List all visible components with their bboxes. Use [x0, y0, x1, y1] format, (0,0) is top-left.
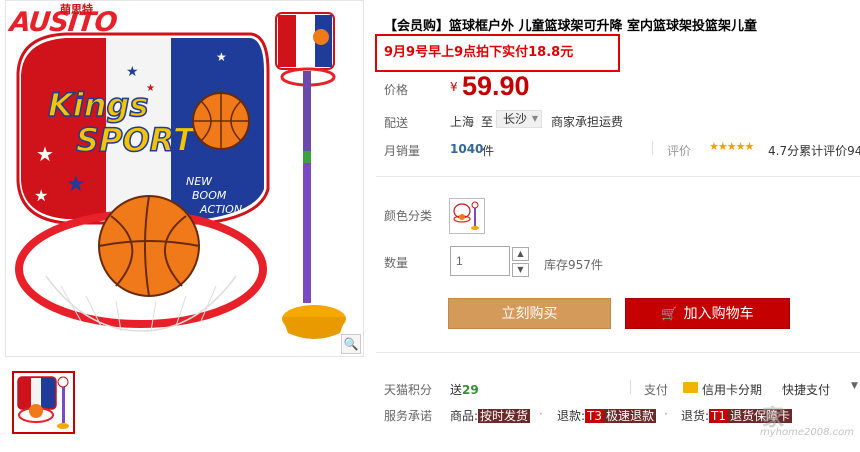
region-value: 长沙: [503, 112, 528, 126]
service-item-delivery[interactable]: 商品: 按时发货: [450, 407, 531, 424]
rating-summary-link[interactable]: 4.7分累计评价94: [768, 142, 860, 159]
zoom-magnifier-icon[interactable]: 🔍: [341, 334, 361, 354]
add-to-cart-button[interactable]: 🛒 加入购物车: [625, 298, 790, 329]
product-title: 【会员购】篮球框户外 儿童篮球架可升降 室内篮球架投篮架儿童: [384, 19, 758, 34]
buy-now-button[interactable]: 立刻购买: [448, 298, 611, 329]
ship-to-word: 至: [481, 115, 494, 129]
credit-installment-link[interactable]: 信用卡分期: [702, 381, 762, 398]
svg-text:★: ★: [66, 172, 86, 197]
region-select[interactable]: 长沙 ▼: [496, 110, 542, 128]
promo-text: 9月9号早上9点拍下实付18.8元: [384, 45, 574, 60]
quantity-decrement-button[interactable]: ▼: [512, 263, 529, 277]
sales-count: 1040: [450, 142, 484, 156]
credit-card-icon: [683, 382, 698, 393]
ship-from: 上海: [450, 115, 475, 129]
svg-text:★: ★: [216, 50, 227, 64]
dot-separator: ·: [539, 407, 543, 421]
quantity-label: 数量: [384, 256, 409, 270]
brand-name-cn: 萌思特: [60, 3, 93, 16]
service-label: 服务承诺: [384, 409, 433, 423]
service-item-refund[interactable]: 退款: T3 极速退款: [557, 407, 657, 424]
svg-text:★: ★: [126, 64, 139, 80]
rating-stars-icon: ★★★★★: [709, 140, 754, 153]
sales-unit: 件: [482, 144, 495, 158]
points-label: 天猫积分: [384, 383, 433, 397]
swatch-image: [453, 201, 479, 230]
payment-label: 支付: [644, 383, 669, 397]
divider: [652, 141, 653, 155]
product-main-image[interactable]: ★ ★ ★ ★ ★ ★ Kings SPORT NEW BOOM ACTION: [5, 0, 364, 357]
color-swatch-option[interactable]: [449, 198, 485, 234]
sales-label: 月销量: [384, 144, 421, 158]
stock-text: 库存957件: [544, 258, 603, 272]
shipping-label: 配送: [384, 116, 409, 130]
svg-text:BOOM: BOOM: [192, 189, 227, 202]
rating-label: 评价: [667, 144, 692, 158]
add-to-cart-label: 加入购物车: [683, 306, 754, 322]
quick-pay-link[interactable]: 快捷支付: [782, 381, 830, 398]
price-value: 59.90: [462, 71, 530, 101]
thumbnail-image: [17, 376, 69, 429]
chevron-down-icon[interactable]: ▼: [851, 381, 858, 391]
quantity-input[interactable]: [450, 246, 510, 276]
cart-icon: 🛒: [661, 307, 678, 322]
section-divider: [376, 352, 860, 353]
product-thumbnail[interactable]: [12, 371, 75, 434]
dot-separator: ·: [664, 407, 668, 421]
quantity-increment-button[interactable]: ▲: [512, 247, 529, 261]
svg-text:★: ★: [36, 142, 54, 166]
divider: [630, 380, 631, 394]
chevron-down-icon: ▼: [531, 114, 538, 123]
shipping-note: 商家承担运费: [551, 115, 624, 129]
svg-text:NEW: NEW: [186, 175, 213, 188]
svg-text:ACTION: ACTION: [199, 203, 242, 216]
section-divider: [376, 176, 860, 177]
svg-text:SPORT: SPORT: [76, 121, 197, 159]
price-label: 价格: [384, 83, 409, 97]
svg-text:Kings: Kings: [48, 86, 149, 124]
basketball-hoop-illustration: ★ ★ ★ ★ ★ ★ Kings SPORT NEW BOOM ACTION: [15, 12, 346, 339]
svg-text:★: ★: [34, 186, 48, 205]
currency-symbol: ¥: [450, 80, 458, 94]
color-label: 颜色分类: [384, 209, 433, 223]
points-value: 送29: [450, 383, 479, 397]
watermark-url: myhome2008.com: [760, 427, 854, 438]
